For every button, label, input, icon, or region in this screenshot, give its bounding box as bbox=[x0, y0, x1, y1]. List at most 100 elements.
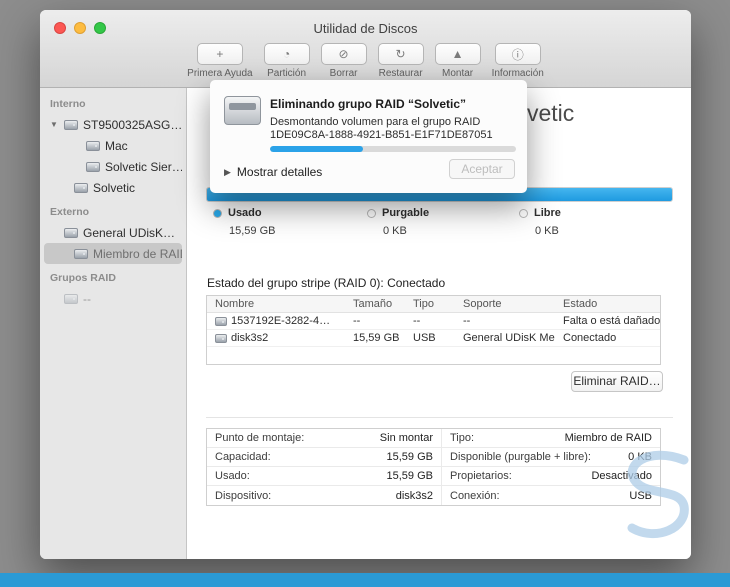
libre-dot-icon bbox=[519, 208, 528, 218]
legend-purgable: Purgable 0 KB bbox=[367, 207, 429, 237]
sidebar: Interno ▼ ST9500325ASG… Mac Solvetic Sie… bbox=[40, 88, 187, 559]
first-aid-icon: + bbox=[216, 47, 224, 61]
delete-raid-progress-dialog: Eliminando grupo RAID “Solvetic” Desmont… bbox=[210, 80, 527, 193]
sidebar-item-label: Mac bbox=[105, 138, 128, 153]
cell-estado: Conectado bbox=[563, 332, 617, 344]
column-header-estado[interactable]: Estado bbox=[555, 298, 660, 310]
dialog-title: Eliminando grupo RAID “Solvetic” bbox=[270, 97, 467, 111]
disk-icon bbox=[215, 333, 227, 343]
sidebar-item-label: Solvetic bbox=[93, 180, 136, 195]
info-value: 15,59 GB bbox=[386, 451, 433, 463]
sidebar-item-solvetic[interactable]: Solvetic bbox=[44, 177, 182, 198]
sidebar-item-general-udisk[interactable]: General UDisK… bbox=[44, 222, 182, 243]
sidebar-item-label: -- bbox=[83, 291, 91, 306]
raid-members-table: Nombre Tamaño Tipo Soporte Estado 153719… bbox=[206, 295, 661, 365]
cell-tipo: -- bbox=[413, 315, 421, 327]
table-row[interactable]: 1537192E-3282-4… -- -- -- Falta o está d… bbox=[207, 313, 660, 330]
sidebar-section-interno: Interno bbox=[50, 98, 86, 110]
info-value: Miembro de RAID bbox=[564, 432, 652, 444]
window-chrome: Utilidad de Discos + Primera Ayuda ◔ Par… bbox=[40, 10, 691, 88]
purgable-dot-icon bbox=[367, 208, 376, 218]
toolbar-label-partition: Partición bbox=[267, 68, 307, 79]
delete-raid-button[interactable]: Eliminar RAID… bbox=[571, 371, 663, 392]
solvetic-watermark-logo bbox=[627, 450, 689, 539]
info-row: Punto de montaje: Sin montar Tipo: Miemb… bbox=[207, 429, 660, 448]
accept-button[interactable]: Aceptar bbox=[449, 159, 515, 179]
section-divider bbox=[206, 417, 673, 418]
cell-nombre: disk3s2 bbox=[231, 332, 269, 344]
external-drive-icon bbox=[224, 96, 261, 125]
column-header-nombre[interactable]: Nombre bbox=[207, 298, 345, 310]
sidebar-item-miembro-de-raid[interactable]: Miembro de RAID… bbox=[44, 243, 182, 264]
column-header-soporte[interactable]: Soporte bbox=[455, 298, 555, 310]
table-header: Nombre Tamaño Tipo Soporte Estado bbox=[207, 296, 660, 313]
info-label: Dispositivo: bbox=[215, 489, 272, 502]
titlebar[interactable]: Utilidad de Discos bbox=[40, 10, 691, 44]
legend-label: Libre bbox=[534, 207, 561, 219]
legend-libre: Libre 0 KB bbox=[519, 207, 561, 237]
info-icon: ⓘ bbox=[511, 47, 524, 62]
volume-icon bbox=[86, 140, 100, 151]
volume-icon bbox=[74, 248, 88, 259]
mount-icon: ▲ bbox=[451, 47, 464, 61]
info-label: Conexión: bbox=[450, 489, 500, 502]
disclosure-triangle-icon: ▶ bbox=[224, 166, 231, 177]
info-row: Dispositivo: disk3s2 Conexión: USB bbox=[207, 486, 660, 505]
info-value: Sin montar bbox=[379, 432, 433, 444]
legend-label: Purgable bbox=[382, 207, 430, 219]
sidebar-item-raid-group[interactable]: -- bbox=[44, 288, 182, 309]
info-label: Usado: bbox=[215, 470, 250, 482]
column-header-tipo[interactable]: Tipo bbox=[405, 298, 455, 310]
toolbar-label-first-aid: Primera Ayuda bbox=[187, 68, 253, 79]
info-row: Capacidad: 15,59 GB Disponible (purgable… bbox=[207, 448, 660, 467]
sidebar-item-st9500325asg[interactable]: ▼ ST9500325ASG… bbox=[44, 114, 182, 135]
toolbar-label-mount: Montar bbox=[442, 68, 474, 79]
dialog-message-line1: Desmontando volumen para el grupo RAID bbox=[270, 116, 481, 128]
legend-value: 0 KB bbox=[535, 225, 559, 237]
disk-icon bbox=[64, 119, 78, 130]
sidebar-item-label: ST9500325ASG… bbox=[83, 117, 182, 132]
volume-icon bbox=[74, 182, 88, 193]
volume-title: vetic bbox=[527, 100, 575, 126]
show-details-toggle[interactable]: ▶ Mostrar detalles bbox=[224, 165, 322, 179]
dialog-message: Desmontando volumen para el grupo RAID 1… bbox=[270, 116, 493, 142]
cell-soporte: -- bbox=[463, 315, 471, 327]
cell-nombre: 1537192E-3282-4… bbox=[231, 315, 331, 327]
progress-fill bbox=[270, 146, 364, 152]
disk-icon bbox=[215, 316, 227, 326]
volume-icon bbox=[86, 161, 100, 172]
cell-tamano: 15,59 GB bbox=[353, 332, 400, 344]
sidebar-item-label: Miembro de RAID… bbox=[93, 246, 182, 261]
info-label: Tipo: bbox=[450, 432, 475, 444]
toolbar-label-erase: Borrar bbox=[329, 68, 358, 79]
show-details-label: Mostrar detalles bbox=[236, 165, 323, 179]
sidebar-item-label: Solvetic Sier… bbox=[105, 159, 182, 174]
partition-icon: ◔ bbox=[282, 47, 291, 61]
legend-label: Usado bbox=[228, 207, 262, 219]
cell-tamano: -- bbox=[353, 315, 361, 327]
disk-icon bbox=[64, 227, 78, 238]
toolbar-label-info: Información bbox=[491, 68, 544, 79]
info-label: Punto de montaje: bbox=[215, 432, 305, 444]
info-value: disk3s2 bbox=[395, 489, 433, 502]
disclosure-triangle-icon[interactable]: ▼ bbox=[50, 120, 58, 129]
progress-bar bbox=[270, 146, 516, 152]
info-label: Capacidad: bbox=[215, 451, 271, 463]
sidebar-section-grupos-raid: Grupos RAID bbox=[50, 272, 116, 284]
column-header-tamano[interactable]: Tamaño bbox=[345, 298, 405, 310]
legend-usado: Usado 15,59 GB bbox=[213, 207, 275, 237]
legend-value: 15,59 GB bbox=[229, 225, 276, 237]
sidebar-item-solvetic-sierra[interactable]: Solvetic Sier… bbox=[44, 156, 182, 177]
usado-dot-icon bbox=[213, 208, 222, 218]
cell-tipo: USB bbox=[413, 332, 436, 344]
restore-icon: ↻ bbox=[395, 47, 406, 61]
raid-group-icon bbox=[64, 293, 78, 304]
sidebar-item-mac[interactable]: Mac bbox=[44, 135, 182, 156]
window-title: Utilidad de Discos bbox=[313, 21, 418, 36]
erase-icon: ⊘ bbox=[338, 47, 349, 61]
sidebar-item-label: General UDisK… bbox=[83, 225, 176, 240]
legend-value: 0 KB bbox=[383, 225, 407, 237]
table-row[interactable]: disk3s2 15,59 GB USB General UDisK Media… bbox=[207, 330, 660, 347]
sidebar-section-externo: Externo bbox=[50, 206, 90, 218]
info-panel: Punto de montaje: Sin montar Tipo: Miemb… bbox=[206, 428, 661, 506]
